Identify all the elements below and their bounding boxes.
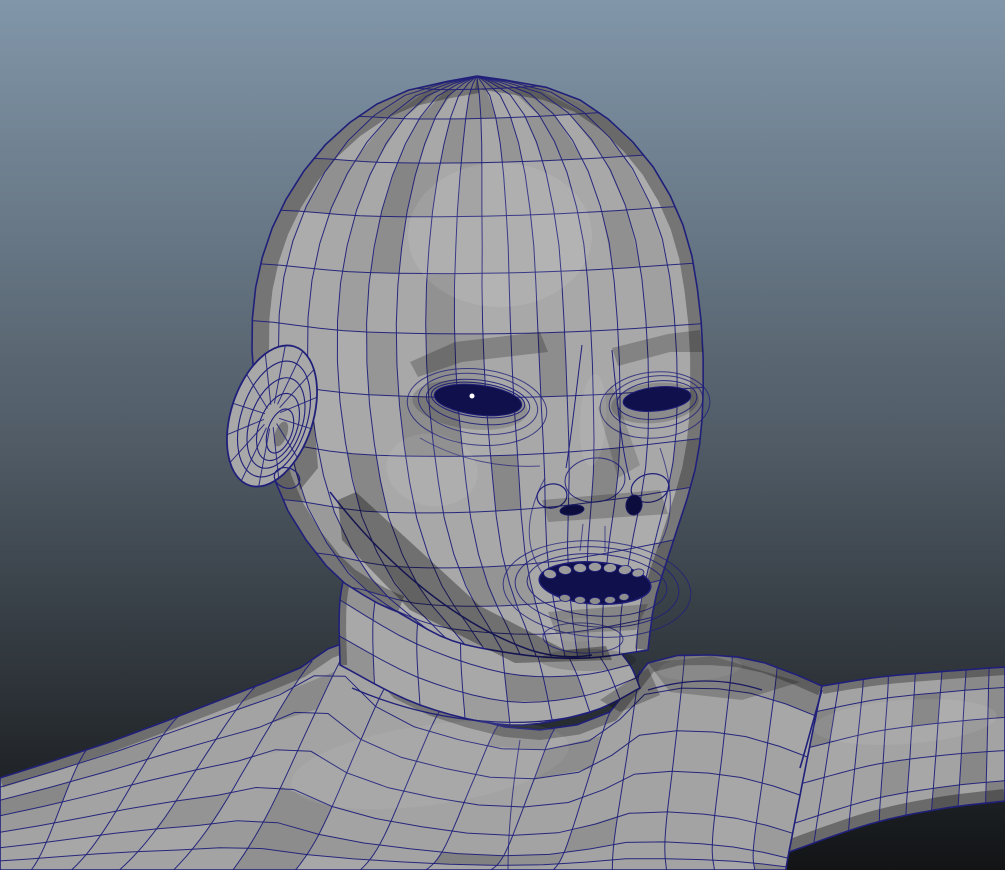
viewport-3d[interactable] [0, 0, 1005, 870]
